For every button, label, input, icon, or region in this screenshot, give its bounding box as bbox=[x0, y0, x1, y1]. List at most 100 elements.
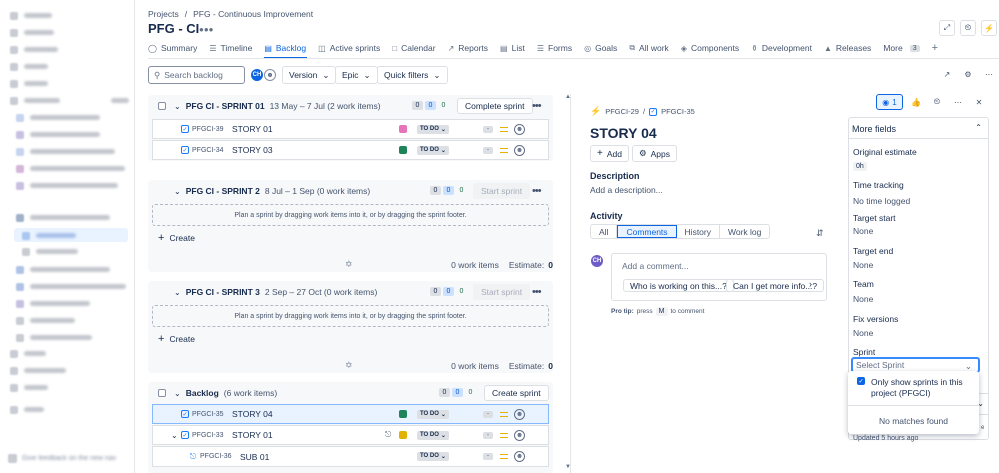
share-icon[interactable]: ⧀ bbox=[960, 20, 976, 36]
panel-divider[interactable] bbox=[570, 94, 571, 473]
assignee-icon[interactable]: ☻ bbox=[514, 144, 525, 156]
thumbs-up-icon[interactable]: 👍 bbox=[908, 94, 924, 110]
sidebar-item[interactable] bbox=[16, 299, 90, 308]
sidebar-item[interactable] bbox=[16, 333, 92, 342]
activity-tab-worklog[interactable]: Work log bbox=[720, 225, 769, 238]
expand-icon[interactable]: ⤢ bbox=[939, 20, 955, 36]
chevron-down-icon[interactable]: ⌄ bbox=[174, 288, 181, 297]
tab-goals[interactable]: ◎ Goals bbox=[584, 40, 624, 56]
sidebar-item[interactable] bbox=[16, 130, 100, 139]
chevron-down-icon[interactable]: ⌄ bbox=[174, 102, 181, 111]
breadcrumb-projects[interactable]: Projects bbox=[148, 9, 179, 19]
start-sprint-button[interactable]: Start sprint bbox=[473, 183, 531, 199]
sidebar-item[interactable] bbox=[16, 181, 118, 190]
drag-handle-icon[interactable]: ✡ bbox=[345, 259, 353, 270]
search-input[interactable]: ⚲ Search backlog bbox=[148, 66, 245, 84]
estimate-chip[interactable]: - bbox=[483, 146, 493, 154]
chevron-down-icon[interactable]: ⌄ bbox=[174, 389, 181, 398]
sidebar-item[interactable] bbox=[16, 282, 126, 291]
tab-releases[interactable]: ▲ Releases bbox=[824, 40, 878, 56]
breadcrumb-project[interactable]: PFG - Continuous Improvement bbox=[193, 9, 313, 19]
scroll-up-icon[interactable]: ▲ bbox=[565, 94, 571, 100]
sidebar-item[interactable] bbox=[16, 265, 110, 274]
drag-handle-icon[interactable]: ✡ bbox=[345, 360, 353, 371]
tab-calendar[interactable]: □ Calendar bbox=[392, 40, 442, 56]
more-icon[interactable]: ••• bbox=[532, 286, 542, 298]
quick-filters[interactable]: Quick filters ⌄ bbox=[377, 66, 448, 84]
lightning-icon[interactable]: ⚡ bbox=[981, 20, 997, 36]
tab-forms[interactable]: ☰ Forms bbox=[537, 40, 579, 56]
assignee-icon[interactable]: ☻ bbox=[514, 451, 525, 462]
status-badge[interactable]: TO DO ⌄ bbox=[417, 124, 449, 134]
sidebar-item[interactable] bbox=[16, 316, 75, 325]
sidebar-item[interactable] bbox=[16, 213, 110, 222]
tab-timeline[interactable]: ☰ Timeline bbox=[209, 40, 259, 56]
sidebar-item[interactable] bbox=[10, 45, 58, 54]
tab-all-work[interactable]: ⧉ All work bbox=[629, 40, 675, 56]
table-row[interactable]: ✓ PFGCI-35 STORY 04 TO DO ⌄ - ☻ bbox=[152, 404, 549, 424]
estimate-chip[interactable]: - bbox=[483, 410, 493, 418]
estimate-chip[interactable]: - bbox=[483, 125, 493, 133]
tab-reports[interactable]: ↗ Reports bbox=[448, 40, 495, 56]
description-field[interactable]: Add a description... bbox=[590, 185, 663, 195]
assignee-icon[interactable]: ☻ bbox=[514, 408, 525, 420]
time-tracking-value[interactable]: No time logged bbox=[853, 196, 910, 206]
tab-summary[interactable]: ◯ Summary bbox=[148, 40, 204, 56]
status-badge[interactable]: TO DO ⌄ bbox=[417, 145, 449, 155]
sidebar-item[interactable] bbox=[10, 405, 44, 414]
insights-icon[interactable]: ↗ bbox=[939, 66, 955, 82]
feedback-link[interactable]: Give feedback on the new nav bbox=[8, 450, 128, 466]
settings-link[interactable]: e bbox=[981, 425, 984, 431]
original-estimate-value[interactable]: 0h bbox=[853, 162, 867, 171]
assignee-icon[interactable]: ☻ bbox=[514, 123, 525, 135]
start-sprint-button[interactable]: Start sprint bbox=[473, 284, 531, 300]
backlog-checkbox[interactable] bbox=[158, 389, 166, 397]
chevron-right-icon[interactable]: › bbox=[809, 279, 812, 289]
tab-development[interactable]: ⚱ Development bbox=[751, 40, 819, 56]
create-button[interactable]: + Create bbox=[158, 333, 195, 345]
sidebar-item[interactable] bbox=[16, 147, 115, 156]
checkbox-checked[interactable]: ✓ bbox=[857, 377, 865, 385]
sort-icon[interactable]: ⇵ bbox=[816, 228, 824, 239]
more-icon[interactable]: ••• bbox=[532, 185, 542, 197]
activity-tab-all[interactable]: All bbox=[591, 225, 618, 238]
more-icon[interactable]: ••• bbox=[532, 100, 542, 112]
issue-title[interactable]: STORY 04 bbox=[590, 125, 657, 141]
tab-list[interactable]: ▤ List bbox=[500, 40, 532, 56]
add-tab-button[interactable]: + bbox=[932, 40, 945, 56]
sidebar-item[interactable] bbox=[10, 349, 46, 358]
team-value[interactable]: None bbox=[853, 294, 873, 304]
chevron-down-icon[interactable]: ⌄ bbox=[174, 187, 181, 196]
table-row[interactable]: ⌄ ✓ PFGCI-33 STORY 01 ⎋ TO DO ⌄ - ☻ bbox=[152, 425, 549, 445]
watch-button[interactable]: ◉ 1 bbox=[876, 94, 903, 110]
fix-versions-value[interactable]: None bbox=[853, 328, 873, 338]
sidebar-item[interactable] bbox=[22, 247, 78, 256]
table-row[interactable]: ⎋ PFGCI-36 SUB 01 TO DO ⌄ - ☻ bbox=[152, 446, 549, 467]
suggestion-chip[interactable]: Who is working on this...? bbox=[623, 279, 734, 292]
sidebar-item[interactable] bbox=[10, 11, 52, 20]
activity-tab-comments[interactable]: Comments bbox=[617, 225, 677, 238]
sidebar-item[interactable] bbox=[10, 96, 129, 105]
status-badge[interactable]: TO DO ⌄ bbox=[417, 430, 449, 440]
sidebar-item[interactable] bbox=[10, 366, 66, 375]
epic-filter[interactable]: Epic ⌄ bbox=[335, 66, 378, 84]
chevron-down-icon[interactable]: ⌄ bbox=[171, 431, 178, 440]
version-filter[interactable]: Version ⌄ bbox=[282, 66, 337, 84]
more-icon[interactable]: ⋯ bbox=[950, 94, 966, 110]
comment-box[interactable]: Add a comment... Who is working on this.… bbox=[611, 253, 827, 301]
tab-active-sprints[interactable]: ◫ Active sprints bbox=[318, 40, 387, 56]
table-row[interactable]: ✓ PFGCI-39 STORY 01 TO DO ⌄ - ☻ bbox=[152, 119, 549, 139]
sidebar-item[interactable] bbox=[16, 164, 125, 173]
create-sprint-button[interactable]: Create sprint bbox=[484, 385, 549, 401]
apps-button[interactable]: ⚙ Apps bbox=[632, 145, 677, 162]
close-icon[interactable]: ✕ bbox=[971, 94, 987, 110]
sidebar-item[interactable] bbox=[22, 231, 76, 240]
table-row[interactable]: ✓ PFGCI-34 STORY 03 TO DO ⌄ - ☻ bbox=[152, 140, 549, 160]
create-button[interactable]: + Create bbox=[158, 232, 195, 244]
status-badge[interactable]: TO DO ⌄ bbox=[417, 409, 449, 419]
sidebar-item[interactable] bbox=[10, 383, 48, 392]
status-badge[interactable]: TO DO ⌄ bbox=[417, 452, 449, 461]
tab-components[interactable]: ◈ Components bbox=[681, 40, 746, 56]
tab-backlog[interactable]: ▤ Backlog bbox=[264, 40, 313, 59]
unassigned-avatar-icon[interactable]: ☻ bbox=[264, 69, 276, 81]
